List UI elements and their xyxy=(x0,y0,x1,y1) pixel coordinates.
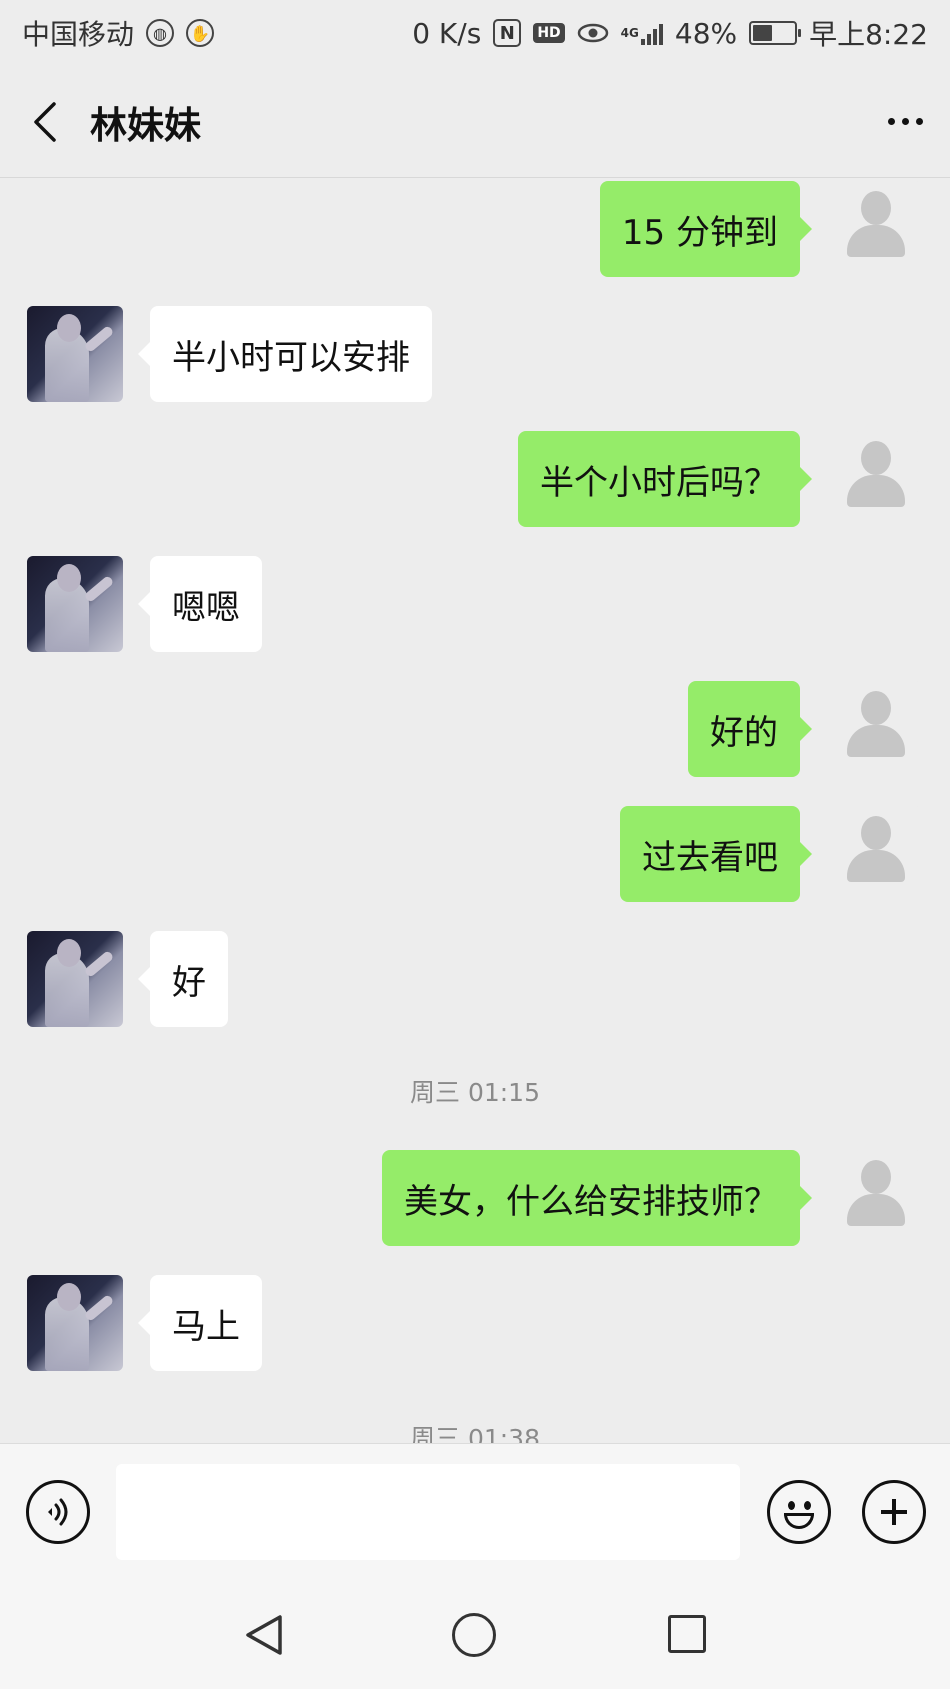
self-avatar[interactable] xyxy=(827,681,923,777)
hand-icon: ✋ xyxy=(186,19,215,47)
emoji-button[interactable] xyxy=(767,1480,831,1544)
message-list[interactable]: 15 分钟到 半小时可以安排 半个小时后吗？ 嗯嗯 好的 过去看吧 好 周三 0… xyxy=(0,179,950,1443)
hd-icon: HD xyxy=(533,23,565,43)
battery-icon xyxy=(749,21,802,45)
self-avatar[interactable] xyxy=(827,431,923,527)
message-row: 半个小时后吗？ xyxy=(0,431,950,527)
plus-button[interactable] xyxy=(862,1480,926,1544)
message-row: 好 xyxy=(0,931,950,1027)
nav-back-icon[interactable] xyxy=(244,1613,284,1657)
signal-icon: 4G xyxy=(621,21,663,45)
status-right: 0 K/s N HD 4G 48% 早上8:22 xyxy=(412,13,928,53)
chat-header: 林妹妹 xyxy=(0,66,950,178)
message-row: 好的 xyxy=(0,681,950,777)
carrier-name: 中国移动 xyxy=(22,18,135,51)
message-row: 半小时可以安排 xyxy=(0,306,950,402)
network-type: 4G xyxy=(620,26,639,40)
peer-avatar[interactable] xyxy=(27,931,123,1027)
message-bubble-self[interactable]: 半个小时后吗？ xyxy=(518,431,812,527)
peer-avatar[interactable] xyxy=(27,306,123,402)
message-row: 马上 xyxy=(0,1275,950,1371)
message-bubble-peer[interactable]: 好 xyxy=(138,931,228,1027)
status-left: 中国移动 ◍ ✋ xyxy=(22,13,215,53)
emoji-icon xyxy=(788,1501,795,1510)
peer-avatar[interactable] xyxy=(27,556,123,652)
back-button[interactable] xyxy=(0,66,90,178)
clock: 早上8:22 xyxy=(809,18,928,51)
battery-percent: 48% xyxy=(674,16,738,50)
message-bubble-self[interactable]: 美女，什么给安排技师？ xyxy=(382,1150,812,1246)
message-bubble-peer[interactable]: 半小时可以安排 xyxy=(138,306,432,402)
nav-home-icon[interactable] xyxy=(452,1613,496,1657)
more-button[interactable] xyxy=(860,66,950,178)
message-row: 嗯嗯 xyxy=(0,556,950,652)
self-avatar[interactable] xyxy=(827,806,923,902)
nav-recents-icon[interactable] xyxy=(668,1615,706,1653)
chevron-left-icon xyxy=(34,101,56,142)
vpn-icon: ◍ xyxy=(146,19,175,47)
timestamp: 周三 01:38 xyxy=(410,1424,540,1443)
chat-title: 林妹妹 xyxy=(90,103,201,147)
message-input[interactable] xyxy=(116,1464,740,1560)
input-bar xyxy=(0,1443,950,1579)
self-avatar[interactable] xyxy=(827,181,923,277)
message-bubble-peer[interactable]: 马上 xyxy=(138,1275,262,1371)
self-avatar[interactable] xyxy=(827,1150,923,1246)
eye-icon xyxy=(577,22,609,44)
message-bubble-self[interactable]: 过去看吧 xyxy=(620,806,812,902)
message-row: 美女，什么给安排技师？ xyxy=(0,1150,950,1246)
nfc-icon: N xyxy=(493,19,522,47)
message-bubble-peer[interactable]: 嗯嗯 xyxy=(138,556,262,652)
message-row: 15 分钟到 xyxy=(0,181,950,277)
message-bubble-self[interactable]: 15 分钟到 xyxy=(599,181,813,277)
network-speed: 0 K/s xyxy=(412,16,482,50)
message-bubble-self[interactable]: 好的 xyxy=(688,681,812,777)
status-bar: 中国移动 ◍ ✋ 0 K/s N HD 4G 48% 早上8:22 xyxy=(0,0,950,66)
timestamp: 周三 01:15 xyxy=(410,1078,540,1107)
system-nav-bar xyxy=(0,1579,950,1689)
peer-avatar[interactable] xyxy=(27,1275,123,1371)
message-row: 过去看吧 xyxy=(0,806,950,902)
voice-button[interactable] xyxy=(26,1480,90,1544)
more-dots-icon xyxy=(887,118,895,125)
voice-icon xyxy=(48,1498,68,1526)
